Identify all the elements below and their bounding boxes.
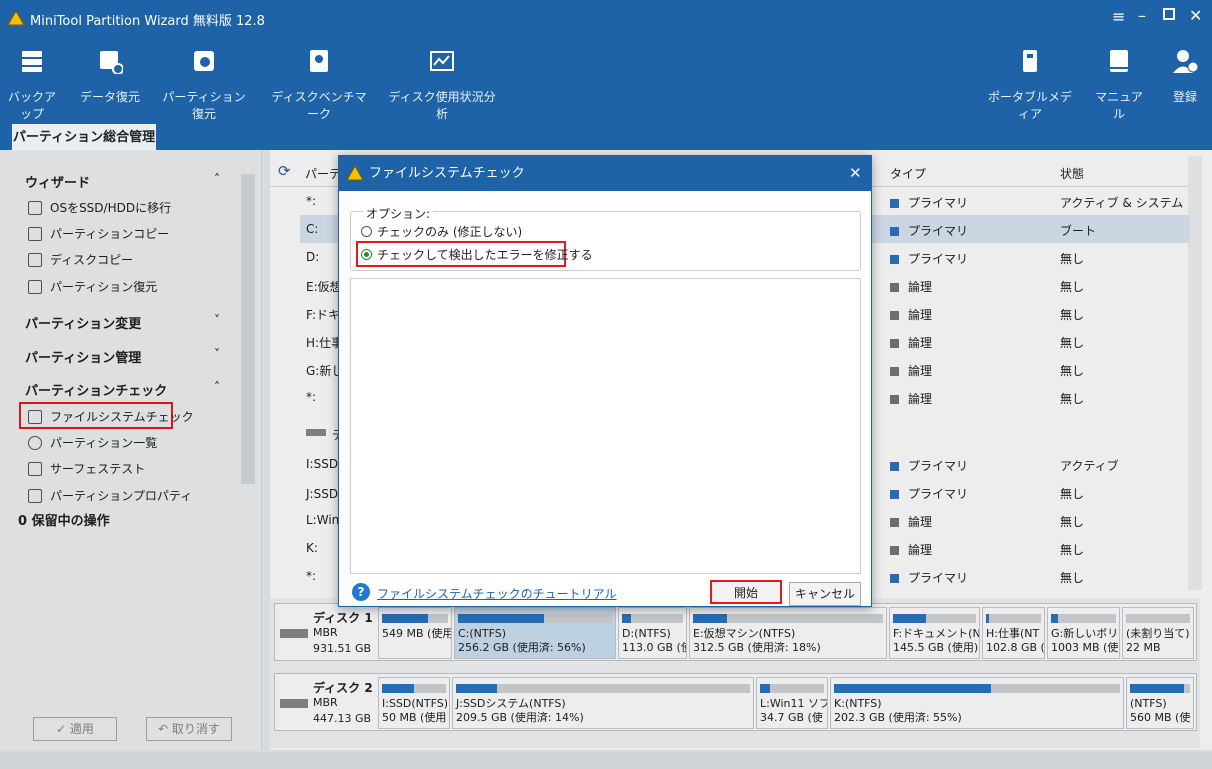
backup-label: バックアップ xyxy=(7,90,56,121)
menu-icon[interactable]: ≡ xyxy=(1112,7,1125,26)
app-logo-icon xyxy=(346,164,364,181)
space-analyzer-icon xyxy=(430,51,454,71)
user-plus-icon xyxy=(1173,50,1198,73)
option-check-only[interactable]: チェックのみ (修正しない) xyxy=(361,223,522,240)
partition-recovery-label: パーティション復元 xyxy=(162,90,246,121)
result-area xyxy=(350,278,861,574)
option-check-and-fix[interactable]: チェックして検出したエラーを修正する xyxy=(361,246,593,263)
partition-recovery-button[interactable]: パーティション復元 xyxy=(158,48,250,122)
dialog-title: ファイルシステムチェック xyxy=(369,166,525,181)
partition-recovery-icon xyxy=(194,51,214,71)
start-button[interactable]: 開始 xyxy=(710,580,782,604)
option-check-and-fix-label: チェックして検出したエラーを修正する xyxy=(377,248,593,262)
register-button[interactable]: 登録 xyxy=(1168,48,1202,105)
space-analyzer-button[interactable]: ディスク使用状況分析 xyxy=(386,48,498,122)
options-label: オプション: xyxy=(363,205,434,222)
close-icon[interactable]: ✕ xyxy=(1189,6,1202,25)
title-bar: MiniTool Partition Wizard 無料版 12.8 ≡ – ✕ xyxy=(0,0,1212,36)
toolbar: バックアップ データ復元 パーティション復元 ディスクベンチマーク ディスク使用… xyxy=(0,36,1212,150)
option-check-only-label: チェックのみ (修正しない) xyxy=(377,225,523,239)
data-recovery-button[interactable]: データ復元 xyxy=(80,48,140,105)
file-system-check-dialog: ファイルシステムチェック ✕ オプション: チェックのみ (修正しない) チェッ… xyxy=(338,155,872,607)
backup-button[interactable]: バックアップ xyxy=(4,48,60,122)
space-analyzer-label: ディスク使用状況分析 xyxy=(388,90,496,121)
maximize-icon[interactable] xyxy=(1163,8,1175,20)
portable-media-label: ポータブルメディア xyxy=(987,90,1072,121)
radio-checked-icon[interactable] xyxy=(361,249,372,260)
disk-benchmark-button[interactable]: ディスクベンチマーク xyxy=(270,48,368,122)
app-logo-icon xyxy=(7,9,25,26)
disk-benchmark-label: ディスクベンチマーク xyxy=(271,90,367,121)
backup-icon xyxy=(22,51,42,72)
dialog-close-icon[interactable]: ✕ xyxy=(849,156,862,191)
book-icon xyxy=(1110,50,1128,72)
help-icon[interactable]: ? xyxy=(352,583,370,601)
app-title: MiniTool Partition Wizard 無料版 12.8 xyxy=(30,14,265,29)
manual-button[interactable]: マニュアル xyxy=(1092,48,1146,122)
tutorial-link[interactable]: ファイルシステムチェックのチュートリアル xyxy=(377,585,617,602)
data-recovery-label: データ復元 xyxy=(80,90,141,104)
manual-label: マニュアル xyxy=(1095,90,1143,121)
usb-icon xyxy=(1023,50,1037,72)
minimize-icon[interactable]: – xyxy=(1138,6,1146,25)
portable-media-button[interactable]: ポータブルメディア xyxy=(986,48,1074,122)
data-recovery-icon xyxy=(100,51,123,74)
radio-unchecked-icon[interactable] xyxy=(361,226,372,237)
cancel-button[interactable]: キャンセル xyxy=(789,582,861,606)
register-label: 登録 xyxy=(1172,90,1197,104)
dialog-title-bar: ファイルシステムチェック ✕ xyxy=(339,156,871,191)
tab-partition-management[interactable]: パーティション総合管理 xyxy=(12,124,156,152)
disk-benchmark-icon xyxy=(310,50,328,72)
